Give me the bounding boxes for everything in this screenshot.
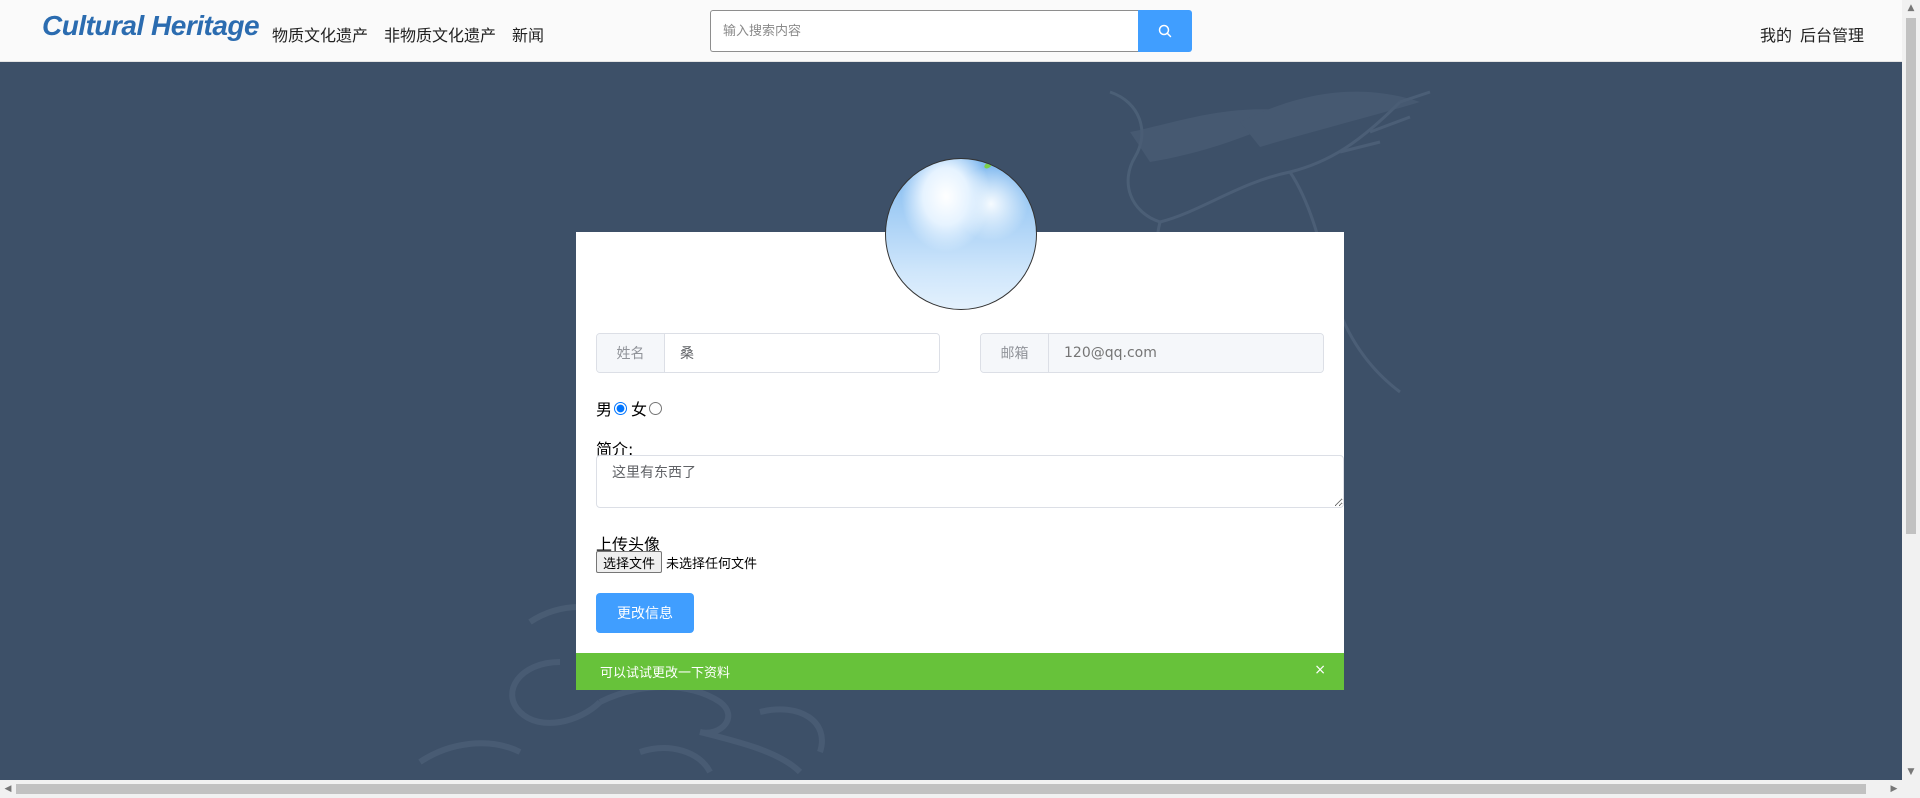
search-button[interactable] [1138,10,1192,52]
search-bar [710,10,1192,52]
my-profile-link[interactable]: 我的 [1760,22,1792,46]
choose-file-button[interactable]: 选择文件 [596,551,663,573]
avatar [885,158,1037,310]
search-input[interactable] [710,10,1138,52]
alert-text: 可以试试更改一下资料 [600,666,731,681]
admin-link[interactable]: 后台管理 [1800,22,1864,46]
intro-textarea[interactable]: 这里有东西了 [596,455,1344,508]
nav-item-intangible-heritage[interactable]: 非物质文化遗产 [384,22,496,46]
gender-male-label: 男 [596,400,613,419]
update-info-button[interactable]: 更改信息 [596,593,694,633]
nav-item-tangible-heritage[interactable]: 物质文化遗产 [272,22,368,46]
scroll-right-arrow-icon[interactable]: ▶ [1886,780,1902,798]
file-status: 未选择任何文件 [666,556,758,572]
scroll-down-arrow-icon[interactable]: ▼ [1902,764,1920,780]
avatar-leaf-mark [983,161,993,170]
gender-female-radio[interactable] [649,401,663,415]
close-icon[interactable]: × [1314,662,1326,678]
nav-item-news[interactable]: 新闻 [512,22,544,46]
vertical-scrollbar[interactable]: ▲ ▼ [1902,0,1920,780]
horizontal-scroll-thumb[interactable] [16,784,1866,794]
name-field: 姓名 [596,333,940,373]
scroll-left-arrow-icon[interactable]: ◀ [0,780,16,798]
top-nav-bar: Cultural Heritage 物质文化遗产 非物质文化遗产 新闻 我的 后… [0,0,1902,62]
vertical-scroll-thumb[interactable] [1906,18,1916,534]
horizontal-scrollbar[interactable]: ◀ ▶ [0,780,1920,798]
name-input[interactable] [665,334,939,372]
file-upload: 选择文件 未选择任何文件 [596,551,757,573]
site-logo[interactable]: Cultural Heritage [42,10,260,42]
email-input[interactable] [1049,334,1323,372]
main-nav: 物质文化遗产 非物质文化遗产 新闻 [272,22,544,46]
name-label: 姓名 [597,334,665,372]
scroll-up-arrow-icon[interactable]: ▲ [1902,0,1920,16]
gender-selector: 男 女 [596,396,666,420]
email-label: 邮箱 [981,334,1049,372]
gender-female-label: 女 [631,400,648,419]
search-icon [1158,24,1172,38]
success-alert: 可以试试更改一下资料 × [576,653,1344,690]
gender-male-radio[interactable] [614,401,628,415]
email-field: 邮箱 [980,333,1324,373]
user-links: 我的 后台管理 [1760,22,1864,46]
